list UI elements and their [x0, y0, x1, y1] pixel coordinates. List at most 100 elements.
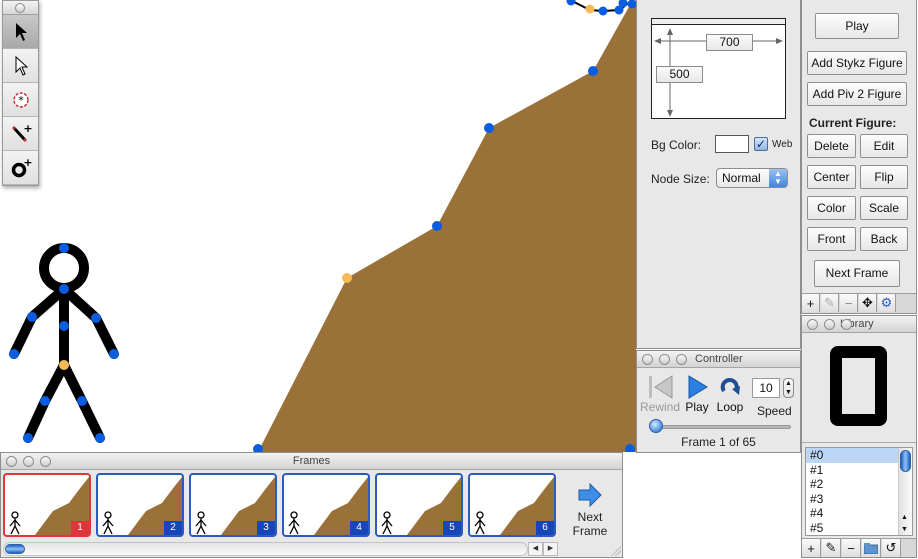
pencil-icon[interactable]: ✎ [822, 539, 841, 557]
figure-node[interactable] [59, 243, 69, 253]
add-circle-tool[interactable]: + [3, 151, 38, 185]
controller-titlebar[interactable]: Controller [637, 351, 800, 368]
stage-drawing[interactable] [0, 0, 636, 452]
speed-field[interactable]: 10 [752, 378, 780, 398]
frame-thumbnail[interactable]: 1 [3, 473, 91, 537]
delete-button[interactable]: Delete [807, 134, 856, 158]
pencil-icon[interactable]: ✎ [821, 294, 839, 312]
scroll-right-arrow-icon[interactable]: ▶ [543, 542, 558, 556]
frame-slider-knob[interactable] [649, 419, 663, 433]
frames-titlebar[interactable]: Frames [1, 453, 622, 470]
ground-node[interactable] [588, 66, 598, 76]
ground-node[interactable] [432, 221, 442, 231]
figure-pivot-node[interactable] [59, 360, 69, 370]
scroll-arrows: ◀ ▶ [528, 542, 558, 556]
frame-thumbnail[interactable]: 5 [375, 473, 463, 537]
frame-thumbnail[interactable]: 4 [282, 473, 370, 537]
library-titlebar[interactable]: Library [802, 316, 916, 333]
close-button[interactable] [15, 3, 25, 13]
minimize-button[interactable] [824, 319, 835, 330]
add-line-tool[interactable]: + [3, 117, 38, 151]
scroll-thumb[interactable] [900, 450, 911, 472]
figure-node[interactable] [566, 0, 576, 6]
palette-titlebar[interactable] [3, 1, 38, 15]
pivot-tool[interactable]: * [3, 83, 38, 117]
front-button[interactable]: Front [807, 227, 856, 251]
back-button[interactable]: Back [860, 227, 908, 251]
figure-node[interactable] [95, 433, 105, 443]
play-button[interactable]: Play [815, 13, 899, 39]
close-button[interactable] [642, 354, 653, 365]
ground-pivot-node[interactable] [342, 273, 352, 283]
ground-shape[interactable] [258, 0, 636, 452]
library-item[interactable]: #4 [806, 506, 912, 521]
figure-node[interactable] [23, 433, 33, 443]
figure-node[interactable] [40, 396, 50, 406]
close-button[interactable] [6, 456, 17, 467]
select-tool[interactable] [3, 15, 38, 49]
figure-node[interactable] [109, 349, 119, 359]
remove-icon[interactable]: − [840, 294, 858, 312]
zoom-button[interactable] [40, 456, 51, 467]
close-button[interactable] [807, 319, 818, 330]
add-icon[interactable]: + [802, 294, 820, 312]
bg-color-well[interactable] [715, 135, 749, 153]
library-item[interactable]: #5 [806, 521, 912, 535]
add-icon[interactable]: + [802, 539, 821, 557]
gear-icon[interactable]: ⚙ [878, 294, 896, 312]
add-stykz-figure-button[interactable]: Add Stykz Figure [807, 51, 907, 75]
stage-width-field[interactable]: 700 [706, 34, 753, 51]
resize-handle[interactable] [611, 546, 621, 556]
folder-icon[interactable] [862, 539, 881, 557]
library-list[interactable]: #0 #1 #2 #3 #4 #5 ▲ ▼ [805, 447, 913, 536]
library-item[interactable]: #0 [806, 448, 912, 463]
frames-scrollbar[interactable] [3, 542, 528, 556]
rewind-button[interactable]: Rewind [640, 375, 680, 414]
node-size-select[interactable]: Normal ▲ ▼ [716, 168, 788, 188]
scroll-left-arrow-icon[interactable]: ◀ [528, 542, 543, 556]
remove-icon[interactable]: − [842, 539, 861, 557]
edit-button[interactable]: Edit [860, 134, 908, 158]
frame-thumbnail[interactable]: 6 [468, 473, 556, 537]
library-item[interactable]: #3 [806, 492, 912, 507]
figure-node[interactable] [9, 349, 19, 359]
flip-button[interactable]: Flip [860, 165, 908, 189]
ground-node[interactable] [484, 123, 494, 133]
figure-node[interactable] [77, 396, 87, 406]
figure-node[interactable] [598, 6, 608, 16]
loop-button[interactable]: Loop [715, 375, 745, 414]
stage-height-field[interactable]: 500 [656, 66, 703, 83]
frame-slider-track[interactable] [651, 425, 791, 429]
color-button[interactable]: Color [807, 196, 856, 220]
scroll-down-arrow-icon[interactable]: ▼ [901, 526, 908, 533]
stage-canvas[interactable] [0, 0, 636, 452]
move-icon[interactable]: ✥ [859, 294, 877, 312]
center-button[interactable]: Center [807, 165, 856, 189]
figure-node[interactable] [59, 284, 69, 294]
frame-thumbnail[interactable]: 2 [96, 473, 184, 537]
figure-pivot-node[interactable] [585, 4, 595, 14]
scroll-thumb[interactable] [5, 544, 25, 554]
next-frame-button[interactable]: Next Frame [814, 260, 900, 287]
figure-node[interactable] [59, 321, 69, 331]
subselect-tool[interactable] [3, 49, 38, 83]
minimize-button[interactable] [23, 456, 34, 467]
scale-button[interactable]: Scale [860, 196, 908, 220]
figure-node[interactable] [91, 313, 101, 323]
minimize-button[interactable] [659, 354, 670, 365]
refresh-icon[interactable]: ↺ [882, 539, 901, 557]
zoom-button[interactable] [841, 319, 852, 330]
scroll-up-arrow-icon[interactable]: ▲ [901, 514, 908, 521]
stick-figure[interactable] [9, 243, 119, 443]
library-item[interactable]: #2 [806, 477, 912, 492]
library-scrollbar[interactable]: ▲ ▼ [898, 448, 912, 535]
frame-thumbnail[interactable]: 3 [189, 473, 277, 537]
figure-node[interactable] [27, 312, 37, 322]
play-control-button[interactable]: Play [683, 375, 711, 414]
web-checkbox[interactable]: ✓ [754, 137, 768, 151]
zoom-button[interactable] [676, 354, 687, 365]
frames-next-frame-button[interactable]: Next Frame [560, 471, 620, 543]
add-piv2-figure-button[interactable]: Add Piv 2 Figure [807, 82, 907, 106]
library-item[interactable]: #1 [806, 463, 912, 478]
speed-stepper[interactable]: ▲ ▼ [783, 378, 794, 398]
